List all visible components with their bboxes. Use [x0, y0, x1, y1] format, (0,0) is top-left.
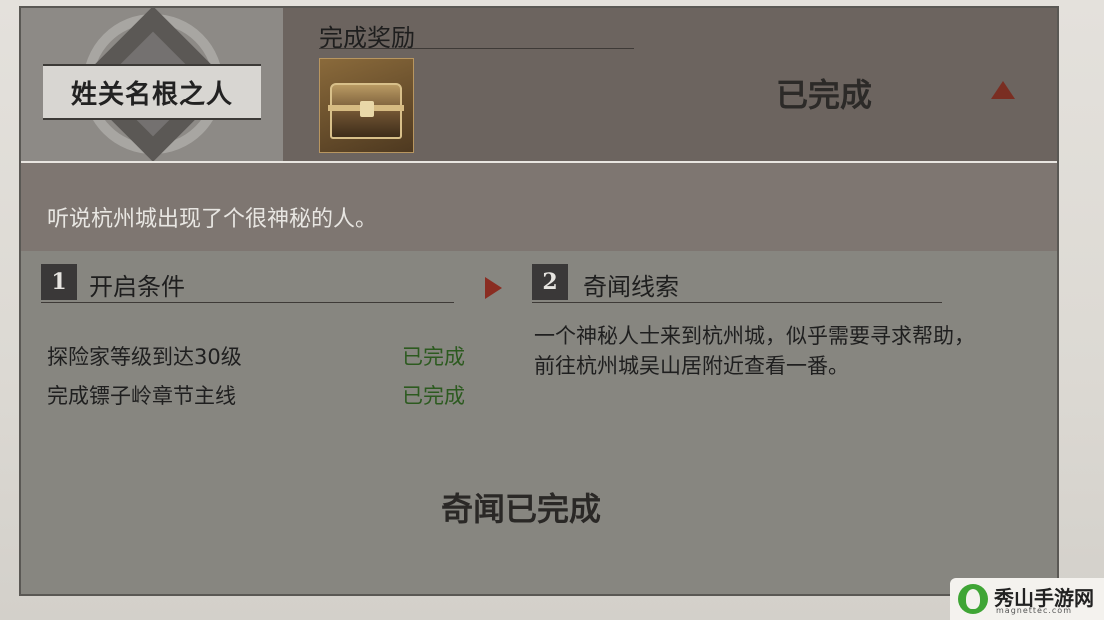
clue-description: 一个神秘人士来到杭州城，似乎需要寻求帮助， 前往杭州城吴山居附近查看一番。: [534, 321, 1044, 381]
event-title-band: 姓关名根之人: [43, 64, 261, 120]
reward-item-slot[interactable]: [319, 58, 414, 153]
conditions-step-badge: 1: [41, 264, 77, 300]
conditions-title: 开启条件: [89, 273, 185, 301]
arrow-right-icon: [485, 277, 502, 299]
condition-item-2-status: 已完成: [402, 384, 465, 408]
chest-lock: [360, 101, 374, 117]
condition-item-1-status: 已完成: [402, 345, 465, 369]
conditions-divider: [41, 302, 454, 303]
condition-item-1-label: 探险家等级到达30级: [47, 345, 242, 369]
event-title: 姓关名根之人: [70, 79, 233, 110]
description-band: 听说杭州城出现了个很神秘的人。: [21, 163, 1057, 251]
event-emblem: 姓关名根之人: [21, 8, 283, 161]
clue-line-2: 前往杭州城吴山居附近查看一番。: [534, 354, 849, 378]
event-status: 已完成: [776, 76, 873, 114]
event-header[interactable]: 姓关名根之人 完成奖励 已完成: [21, 8, 1057, 163]
clues-title: 奇闻线索: [583, 273, 679, 301]
event-panel: 姓关名根之人 完成奖励 已完成 听说杭州城出现了个很神秘的人。 1 开启条件 探…: [19, 6, 1059, 596]
completion-message: 奇闻已完成: [440, 490, 601, 528]
condition-item-2-label: 完成镖子岭章节主线: [47, 384, 236, 408]
clues-step-badge: 2: [532, 264, 568, 300]
clues-divider: [532, 302, 942, 303]
watermark: 秀山手游网 magnettec.com: [950, 578, 1104, 620]
clue-line-1: 一个神秘人士来到杭州城，似乎需要寻求帮助，: [534, 324, 975, 348]
site-logo-icon: [958, 584, 988, 614]
triangle-up-icon[interactable]: [991, 81, 1015, 99]
event-description: 听说杭州城出现了个很神秘的人。: [47, 207, 378, 232]
reward-divider: [319, 48, 634, 49]
watermark-domain: magnettec.com: [996, 606, 1072, 615]
